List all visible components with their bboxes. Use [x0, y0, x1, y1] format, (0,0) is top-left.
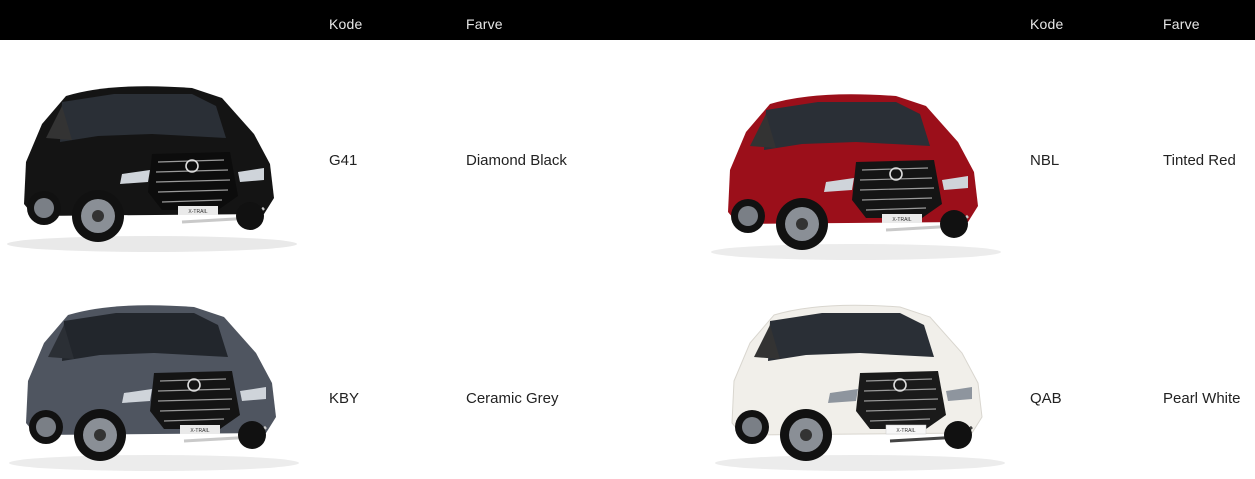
- code-g41: G41: [329, 152, 358, 169]
- color-name-diamond-black: Diamond Black: [466, 152, 567, 169]
- suv-icon: X-TRAIL: [715, 304, 1005, 471]
- header-color-right: Farve: [1163, 16, 1200, 32]
- suv-icon: X-TRAIL: [711, 94, 1001, 260]
- color-options-table: Kode Farve Kode Farve X-TRAIL G41 Diamon…: [0, 0, 1255, 479]
- color-name-pearl-white: Pearl White: [1163, 390, 1241, 407]
- header-code-right: Kode: [1030, 16, 1064, 32]
- header-code-left: Kode: [329, 16, 363, 32]
- car-image-diamond-black: X-TRAIL: [2, 76, 302, 254]
- badge-text: X-TRAIL: [190, 428, 209, 434]
- table-header-bar: Kode Farve Kode Farve: [0, 0, 1255, 40]
- badge-text: X-TRAIL: [896, 428, 915, 434]
- car-image-tinted-red: X-TRAIL: [706, 84, 1006, 262]
- car-image-pearl-white: X-TRAIL: [710, 295, 1010, 473]
- badge-text: X-TRAIL: [892, 217, 911, 223]
- code-qab: QAB: [1030, 390, 1062, 407]
- car-image-ceramic-grey: X-TRAIL: [4, 295, 304, 473]
- code-kby: KBY: [329, 390, 360, 407]
- suv-icon: X-TRAIL: [9, 305, 299, 471]
- color-name-tinted-red: Tinted Red: [1163, 152, 1236, 169]
- color-name-ceramic-grey: Ceramic Grey: [466, 390, 559, 407]
- code-nbl: NBL: [1030, 152, 1060, 169]
- header-color-left: Farve: [466, 16, 503, 32]
- badge-text: X-TRAIL: [188, 209, 207, 215]
- suv-icon: X-TRAIL: [7, 86, 297, 252]
